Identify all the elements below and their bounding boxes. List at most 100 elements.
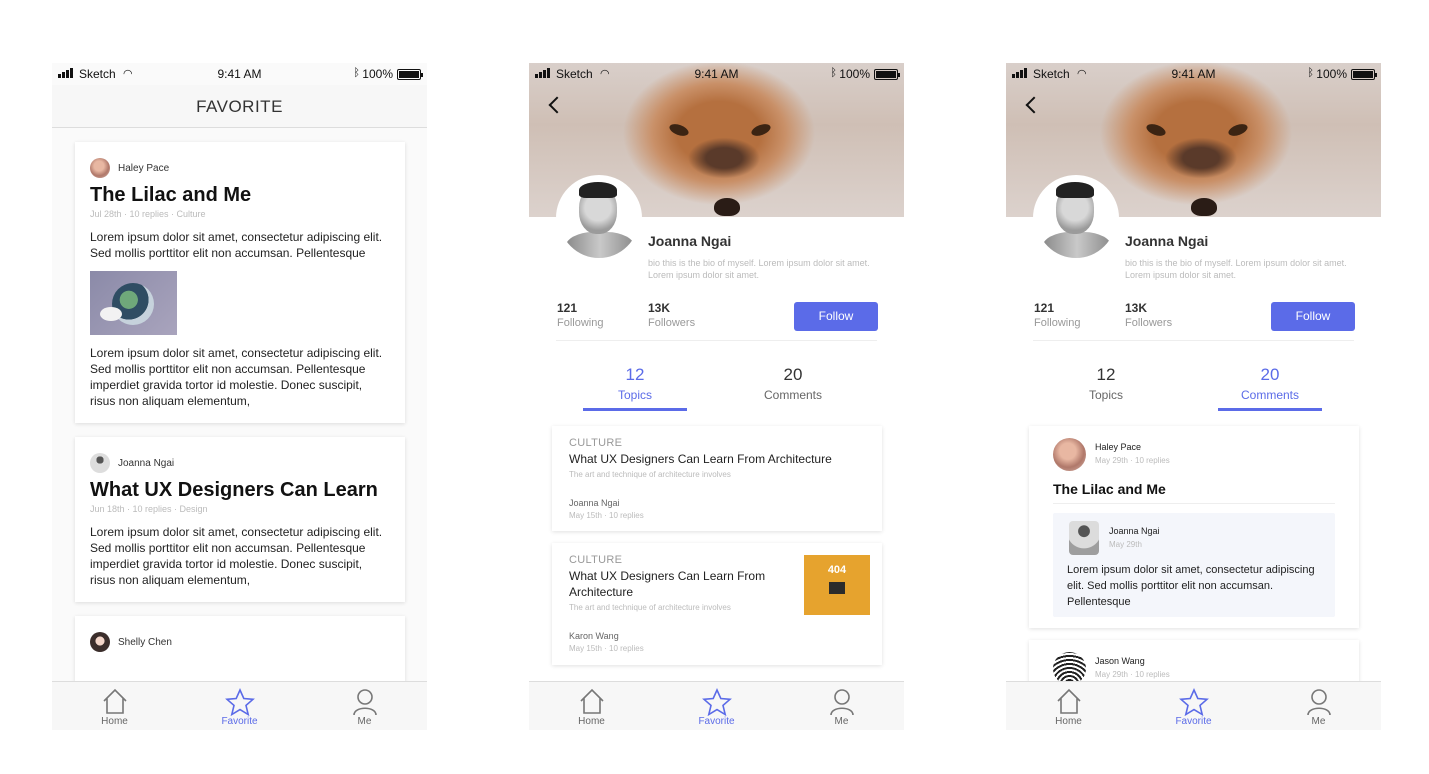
topics-label: Topics	[617, 388, 652, 402]
following-count: 121	[1034, 301, 1055, 315]
avatar[interactable]	[1033, 175, 1119, 261]
tab-me[interactable]: Me	[779, 682, 904, 730]
following-count: 121	[557, 301, 578, 315]
tab-comments[interactable]: 20 Comments	[741, 365, 845, 402]
post-card[interactable]: Joanna Ngai What UX Designers Can Learn …	[75, 437, 405, 602]
following-stat[interactable]: 121 Following	[557, 301, 603, 329]
tab-home[interactable]: Home	[52, 682, 177, 730]
star-icon	[654, 688, 779, 716]
tab-me[interactable]: Me	[302, 682, 427, 730]
followers-label: Followers	[1125, 317, 1173, 329]
profile-name: Joanna Ngai	[648, 233, 732, 249]
topic-image-text: 404	[827, 564, 847, 576]
post-card[interactable]: Haley Pace The Lilac and Me Jul 28th · 1…	[75, 142, 405, 423]
battery-percent: 100%	[839, 67, 870, 81]
post-author[interactable]: Haley Pace	[118, 163, 169, 174]
favorite-screen: Sketch ◠ 9:41 AM ᛒ 100% FAVORITE Haley P…	[52, 63, 427, 730]
topic-title[interactable]: What UX Designers Can Learn From Archite…	[569, 568, 769, 600]
topic-author[interactable]: Karon Wang	[569, 631, 865, 641]
tab-bar: Home Favorite Me	[1006, 681, 1381, 730]
avatar[interactable]	[556, 175, 642, 261]
divider	[1053, 503, 1335, 504]
comment-post-title[interactable]: The Lilac and Me	[1053, 481, 1166, 497]
tab-topics[interactable]: 12 Topics	[1054, 365, 1158, 402]
profile-topics-screen: Sketch ◠ 9:41 AM ᛒ 100% Joanna Ngai bio …	[529, 63, 904, 730]
followers-stat[interactable]: 13K Followers	[648, 301, 695, 329]
comments-label: Comments	[763, 388, 822, 402]
home-icon	[1006, 688, 1131, 716]
profile-bio: bio this is the bio of myself. Lorem ips…	[648, 258, 870, 280]
followers-stat[interactable]: 13K Followers	[1125, 301, 1172, 329]
topic-meta: May 15th · 10 replies	[569, 644, 644, 653]
tab-home-label: Home	[1055, 716, 1082, 727]
reply-block[interactable]: Joanna Ngai May 29th Lorem ipsum dolor s…	[1053, 513, 1335, 617]
post-author[interactable]: Joanna Ngai	[118, 458, 174, 469]
page-title: FAVORITE	[52, 85, 427, 128]
tab-favorite[interactable]: Favorite	[177, 682, 302, 730]
favorite-feed: Haley Pace The Lilac and Me Jul 28th · 1…	[75, 142, 405, 724]
topic-card[interactable]: CULTURE What UX Designers Can Learn From…	[552, 543, 882, 665]
avatar[interactable]	[90, 632, 110, 652]
tab-topics[interactable]: 12 Topics	[583, 365, 687, 411]
status-bar: Sketch ◠ 9:41 AM ᛒ 100%	[52, 63, 427, 85]
user-icon	[302, 688, 427, 716]
post-author[interactable]: Shelly Chen	[118, 637, 172, 648]
tab-me-label: Me	[357, 716, 372, 727]
profile-comments-screen: Sketch ◠ 9:41 AM ᛒ 100% Joanna Ngai bio …	[1006, 63, 1381, 730]
home-icon	[52, 688, 177, 716]
avatar[interactable]	[90, 453, 110, 473]
following-label: Following	[1034, 317, 1081, 329]
post-body: Lorem ipsum dolor sit amet, consectetur …	[90, 346, 383, 408]
star-icon	[1131, 688, 1256, 716]
avatar[interactable]	[1069, 521, 1099, 555]
avatar[interactable]	[1053, 438, 1086, 471]
tab-me-label: Me	[1311, 716, 1326, 727]
tab-me-label: Me	[834, 716, 849, 727]
tab-home[interactable]: Home	[529, 682, 654, 730]
post-title[interactable]: The Lilac and Me	[90, 183, 390, 207]
follow-button[interactable]: Follow	[1271, 302, 1355, 331]
user-icon	[779, 688, 904, 716]
followers-count: 13K	[1125, 301, 1148, 315]
topic-title[interactable]: What UX Designers Can Learn From Archite…	[569, 451, 865, 467]
home-icon	[529, 688, 654, 716]
comments-label: Comments	[1240, 388, 1299, 402]
battery-percent: 100%	[1316, 67, 1347, 81]
tab-favorite[interactable]: Favorite	[654, 682, 779, 730]
comment-card[interactable]: Haley Pace May 29th · 10 replies The Lil…	[1029, 426, 1359, 628]
avatar[interactable]	[90, 158, 110, 178]
tab-home[interactable]: Home	[1006, 682, 1131, 730]
topics-label: Topics	[1088, 388, 1123, 402]
battery-icon	[1351, 69, 1377, 80]
post-meta: Jul 28th · 10 replies · Culture	[90, 209, 206, 219]
topic-image[interactable]: 404	[804, 555, 870, 615]
battery-icon	[874, 69, 900, 80]
reply-author[interactable]: Joanna Ngai	[1109, 526, 1160, 536]
bluetooth-icon: ᛒ	[1307, 67, 1314, 79]
following-label: Following	[557, 317, 604, 329]
tab-bar: Home Favorite Me	[52, 681, 427, 730]
post-body: Lorem ipsum dolor sit amet, consectetur …	[90, 230, 383, 260]
followers-count: 13K	[648, 301, 671, 315]
tab-me[interactable]: Me	[1256, 682, 1381, 730]
comment-author[interactable]: Haley Pace	[1095, 442, 1141, 452]
follow-button[interactable]: Follow	[794, 302, 878, 331]
tab-comments[interactable]: 20 Comments	[1218, 365, 1322, 411]
desk-icon	[829, 582, 845, 594]
post-meta: Jun 18th · 10 replies · Design	[90, 504, 208, 514]
topic-card[interactable]: CULTURE What UX Designers Can Learn From…	[552, 426, 882, 531]
topic-author[interactable]: Joanna Ngai	[569, 498, 865, 508]
comment-author[interactable]: Jason Wang	[1095, 656, 1145, 666]
post-image[interactable]	[90, 271, 177, 335]
tab-favorite[interactable]: Favorite	[1131, 682, 1256, 730]
post-body: Lorem ipsum dolor sit amet, consectetur …	[90, 525, 383, 587]
battery-percent: 100%	[362, 67, 393, 81]
post-title[interactable]: What UX Designers Can Learn	[90, 478, 390, 502]
bluetooth-icon: ᛒ	[830, 67, 837, 79]
tab-favorite-label: Favorite	[221, 716, 258, 727]
reply-text: Lorem ipsum dolor sit amet, consectetur …	[1067, 564, 1315, 608]
divider	[1033, 340, 1354, 341]
following-stat[interactable]: 121 Following	[1034, 301, 1080, 329]
comment-meta: May 29th · 10 replies	[1095, 670, 1170, 679]
comments-count: 20	[783, 365, 803, 384]
